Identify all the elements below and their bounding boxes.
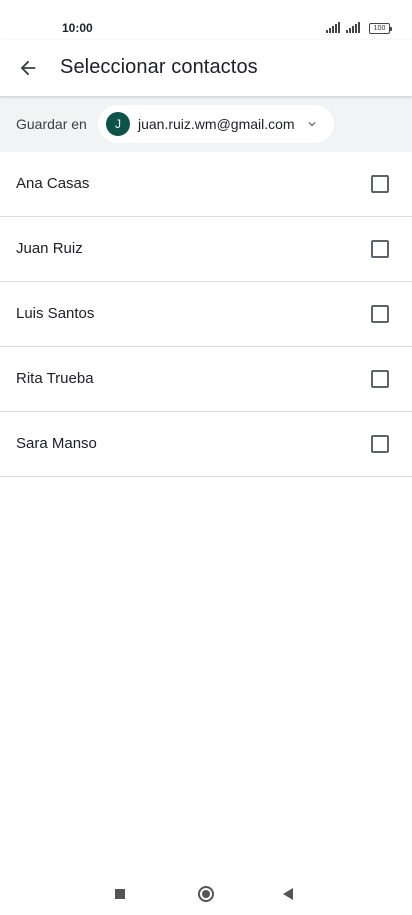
signal-icon-2 [346, 22, 360, 33]
contact-checkbox[interactable] [371, 435, 389, 453]
list-item[interactable]: Luis Santos [0, 282, 412, 347]
contact-name: Juan Ruiz [16, 240, 83, 257]
status-bar: 10:00 100 [0, 0, 412, 40]
save-to-bar: Guardar en J juan.ruiz.wm@gmail.com [0, 96, 412, 152]
chevron-down-icon [305, 117, 319, 131]
home-dot [202, 890, 210, 898]
contact-checkbox[interactable] [371, 175, 389, 193]
list-item[interactable]: Sara Manso [0, 412, 412, 477]
recents-square-icon[interactable] [115, 889, 125, 899]
contact-list: Ana Casas Juan Ruiz Luis Santos Rita Tru… [0, 152, 412, 477]
contact-checkbox[interactable] [371, 370, 389, 388]
save-to-label: Guardar en [16, 116, 87, 132]
contact-name: Rita Trueba [16, 370, 94, 387]
account-selector[interactable]: J juan.ruiz.wm@gmail.com [98, 105, 334, 143]
avatar: J [106, 112, 130, 136]
page-title: Seleccionar contactos [60, 56, 258, 78]
home-circle-icon[interactable] [198, 886, 214, 902]
app-bar: Seleccionar contactos [0, 40, 412, 96]
back-triangle-icon[interactable] [283, 888, 293, 900]
system-nav-bar [0, 873, 412, 915]
list-item[interactable]: Ana Casas [0, 152, 412, 217]
contact-name: Ana Casas [16, 175, 90, 192]
select-contacts-screen: 10:00 100 Seleccionar contactos Guardar … [0, 0, 412, 915]
contact-name: Sara Manso [16, 435, 97, 452]
back-button[interactable] [12, 52, 44, 84]
signal-icon [326, 22, 340, 33]
status-time: 10:00 [62, 21, 93, 35]
contact-checkbox[interactable] [371, 240, 389, 258]
battery-icon: 100 [369, 23, 392, 34]
list-item[interactable]: Rita Trueba [0, 347, 412, 412]
contact-checkbox[interactable] [371, 305, 389, 323]
list-item[interactable]: Juan Ruiz [0, 217, 412, 282]
contact-name: Luis Santos [16, 305, 95, 322]
arrow-back-icon [20, 60, 36, 76]
account-email: juan.ruiz.wm@gmail.com [138, 116, 295, 132]
